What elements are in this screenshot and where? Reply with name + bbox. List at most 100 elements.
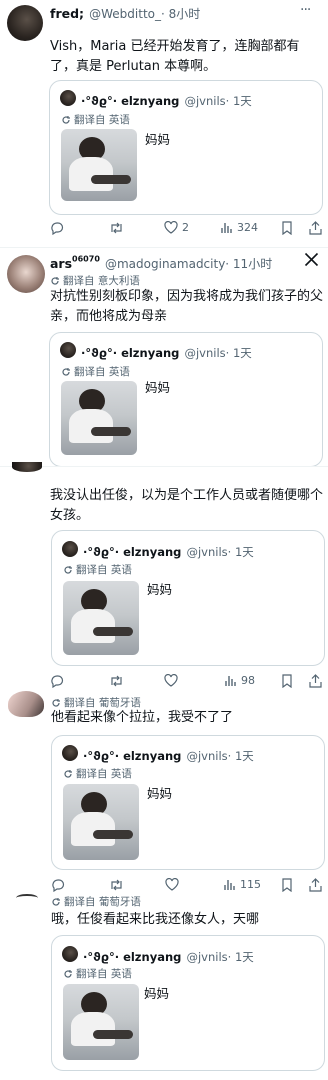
quote-avatar — [60, 342, 76, 358]
quote-time: · 1天 — [227, 950, 254, 964]
quote-author-name: ·°ϑϱ°· elznyang — [81, 94, 180, 108]
share-icon — [309, 221, 322, 235]
retweet-button[interactable] — [109, 221, 124, 235]
quote-translated: 翻译自 英语 — [61, 112, 130, 127]
quote-translated: 翻译自 英语 — [63, 766, 132, 781]
avatar[interactable] — [16, 894, 38, 902]
quote-translated: 翻译自 英语 — [61, 364, 130, 379]
share-icon — [309, 674, 322, 688]
quote-author-name: ·°ϑϱ°· elznyang — [83, 749, 182, 763]
author-handle[interactable]: @Webditto_ — [89, 7, 161, 21]
like-button[interactable] — [165, 878, 179, 891]
share-button[interactable] — [309, 674, 322, 688]
tweet-time[interactable]: · 11小时 — [225, 257, 272, 271]
heart-icon — [165, 878, 179, 891]
quote-translated: 翻译自 英语 — [63, 966, 132, 981]
quote-card[interactable]: ·°ϑϱ°· elznyang @jvnils· 1天 翻译自 英语 妈妈 — [51, 530, 325, 666]
analytics-icon — [223, 878, 236, 891]
views-button[interactable]: 98 — [224, 674, 255, 687]
bookmark-button[interactable] — [281, 878, 293, 892]
bookmark-icon — [281, 221, 293, 235]
translated-text: 翻译自 意大利语 — [63, 275, 140, 287]
quote-avatar — [62, 541, 78, 557]
translated-label: 翻译自 英语 — [76, 564, 132, 576]
quote-time: · 1天 — [225, 94, 252, 108]
tweet-actions: 2 324 — [50, 221, 322, 239]
translate-icon — [51, 698, 61, 708]
translate-icon — [51, 897, 61, 907]
quote-card[interactable]: ·°ϑϱ°· elznyang @jvnils· 1天 翻译自 英语 妈妈 — [49, 332, 323, 467]
view-count: 324 — [237, 221, 258, 234]
share-button[interactable] — [309, 221, 322, 235]
quote-header: ·°ϑϱ°· elznyang @jvnils· 1天 — [83, 946, 254, 965]
views-button[interactable]: 115 — [223, 878, 261, 891]
retweet-icon — [109, 221, 124, 235]
share-icon — [309, 878, 322, 892]
author-handle[interactable]: @madoginamadcity — [105, 257, 225, 271]
quote-author-name: ·°ϑϱ°· elznyang — [83, 545, 182, 559]
quote-header: ·°ϑϱ°· elznyang @jvnils· 1天 — [81, 90, 252, 109]
tweet-text: 他看起来像个拉拉，我受不了了 — [51, 710, 234, 725]
retweet-button[interactable] — [109, 878, 124, 892]
quote-card[interactable]: ·°ϑϱ°· elznyang @jvnils· 1天 翻译自 英语 妈妈 — [49, 80, 323, 215]
share-button[interactable] — [309, 878, 322, 892]
quote-text: 妈妈 — [145, 380, 171, 395]
quote-avatar — [60, 90, 76, 106]
quote-author-handle: @jvnils — [184, 346, 226, 360]
author-name[interactable]: ars — [50, 256, 72, 271]
avatar[interactable] — [7, 5, 43, 41]
bookmark-button[interactable] — [281, 674, 293, 688]
quote-media-thumbnail[interactable] — [63, 784, 139, 860]
avatar[interactable] — [12, 462, 42, 472]
bookmark-button[interactable] — [281, 221, 293, 235]
quote-author-handle: @jvnils — [184, 94, 226, 108]
views-button[interactable]: 324 — [220, 221, 258, 234]
tweet-text: 我没认出任俊，以为是个工作人员或者随便哪个女孩。 — [50, 488, 324, 523]
retweet-button[interactable] — [109, 674, 124, 688]
reply-button[interactable] — [51, 878, 65, 892]
author-name-suffix: 06070 — [72, 254, 100, 264]
heart-icon — [164, 221, 178, 234]
analytics-icon — [220, 221, 233, 234]
quote-time: · 1天 — [225, 346, 252, 360]
quote-media-thumbnail[interactable] — [63, 581, 139, 655]
tweet-header: fred; @Webditto_· 8小时 — [50, 3, 200, 22]
heart-icon — [164, 674, 178, 687]
tweet-time[interactable]: · 8小时 — [161, 7, 200, 21]
tweet-text: 对抗性别刻板印象，因为我将成为我们孩子的父亲，而他将成为母亲 — [50, 289, 324, 324]
tweet-header: ars06070 @madoginamadcity· 11小时 — [50, 253, 272, 272]
quote-card[interactable]: ·°ϑϱ°· elznyang @jvnils· 1天 翻译自 英语 妈妈 — [51, 735, 325, 870]
translated-label: 翻译自 英语 — [76, 768, 132, 780]
retweet-icon — [109, 674, 124, 688]
quote-header: ·°ϑϱ°· elznyang @jvnils· 1天 — [83, 541, 254, 560]
quote-author-handle: @jvnils — [186, 950, 228, 964]
more-icon[interactable]: ··· — [300, 2, 311, 18]
translate-icon — [61, 367, 71, 377]
divider — [0, 466, 328, 467]
like-button[interactable]: 2 — [164, 221, 189, 234]
reply-button[interactable] — [50, 674, 64, 688]
translated-label: 翻译自 英语 — [74, 366, 130, 378]
author-name[interactable]: fred; — [50, 6, 84, 21]
quote-media-thumbnail[interactable] — [61, 381, 137, 455]
bookmark-icon — [281, 878, 293, 892]
tweet-text: 哦，任俊看起来比我还像女人，天哪 — [51, 912, 260, 927]
like-button[interactable] — [164, 674, 178, 687]
reply-icon — [50, 674, 64, 688]
avatar[interactable] — [8, 691, 44, 717]
quote-text: 妈妈 — [145, 132, 171, 147]
translated-label: 翻译自 意大利语 — [50, 273, 140, 288]
quote-card[interactable]: ·°ϑϱ°· elznyang @jvnils· 1天 翻译自 英语 妈妈 — [51, 935, 325, 1071]
translate-icon — [50, 276, 60, 286]
quote-media-thumbnail[interactable] — [63, 984, 139, 1060]
avatar[interactable] — [7, 255, 45, 293]
quote-media-thumbnail[interactable] — [61, 129, 137, 201]
retweet-icon — [109, 878, 124, 892]
translate-icon — [61, 115, 71, 125]
tweet-text: Vish，Maria 已经开始发育了，连胸部都有了，真是 Perlutan 本尊… — [50, 39, 300, 74]
reply-button[interactable] — [50, 221, 64, 235]
quote-avatar — [62, 946, 78, 962]
quote-avatar — [62, 745, 78, 761]
translated-text: 翻译自 葡萄牙语 — [64, 896, 141, 908]
quote-text: 妈妈 — [144, 986, 170, 1001]
